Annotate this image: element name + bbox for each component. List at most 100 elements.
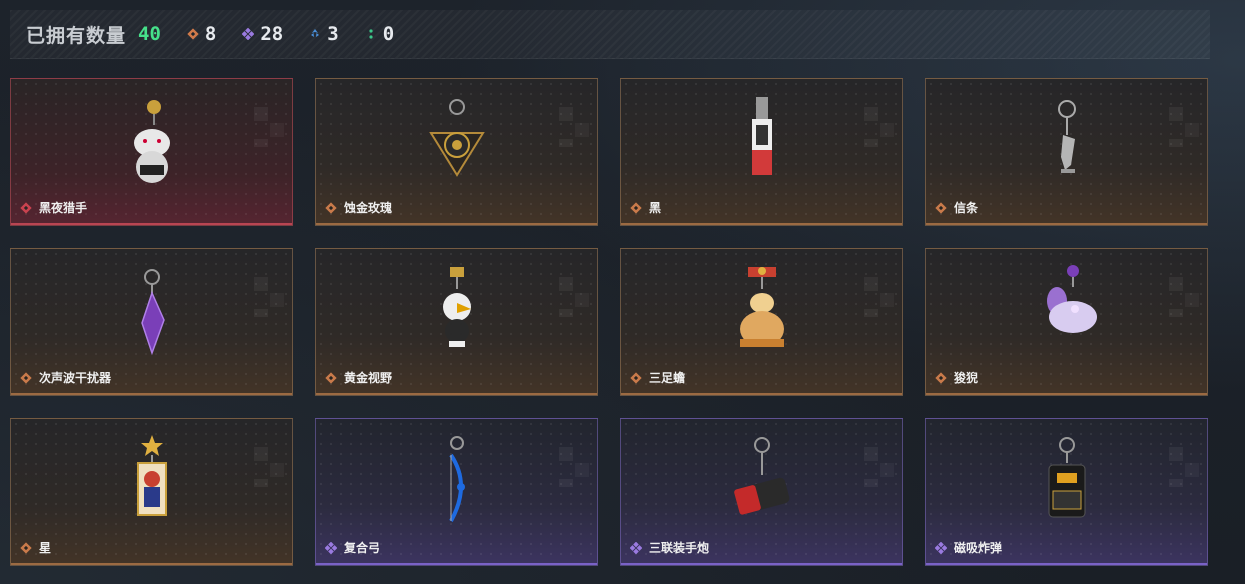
card-decor xyxy=(864,277,894,317)
rarity-bar xyxy=(926,393,1207,395)
item-label-row: 信条 xyxy=(935,199,978,216)
item-label-row: 狻猊 xyxy=(935,369,978,386)
purple-rarity-icon xyxy=(325,541,337,554)
collection-page: 已拥有数量 40 8 28 3 0 黑夜猎手 蚀金玫瑰黑信条 次声波干扰器 黄金… xyxy=(0,0,1245,584)
rarity-bar xyxy=(11,563,292,565)
item-name: 次声波干扰器 xyxy=(39,371,112,385)
rarity-bar xyxy=(926,223,1207,225)
item-pendant-image xyxy=(1027,95,1107,195)
orange-rarity-icon xyxy=(20,541,32,554)
item-card[interactable]: 狻猊 xyxy=(925,248,1208,396)
item-name: 三联装手炮 xyxy=(649,541,710,555)
item-pendant-image xyxy=(1027,435,1107,535)
stat-blue: 3 xyxy=(309,23,339,45)
item-name: 蚀金玫瑰 xyxy=(344,201,393,215)
item-name: 狻猊 xyxy=(954,371,979,385)
purple-rarity-icon xyxy=(630,541,642,554)
rarity-bar xyxy=(621,393,902,395)
item-label-row: 磁吸炸弹 xyxy=(935,539,1002,556)
item-name: 黑夜猎手 xyxy=(39,201,88,215)
item-card[interactable]: 黑 xyxy=(620,78,903,226)
item-label-row: 次声波干扰器 xyxy=(20,369,111,386)
item-grid: 黑夜猎手 蚀金玫瑰 黑 信条次声波干扰器 黄金视野 三足蟾 狻猊星 复合弓 三联装手炮 磁吸炸弹 xyxy=(10,78,1210,568)
orange-rarity-icon xyxy=(935,371,947,384)
card-decor xyxy=(559,277,589,317)
rarity-bar xyxy=(11,223,292,225)
card-decor xyxy=(1169,277,1199,317)
item-pendant-image xyxy=(417,95,497,195)
stat-count: 3 xyxy=(327,23,339,45)
stat-count: 8 xyxy=(204,23,217,45)
item-card[interactable]: 复合弓 xyxy=(315,418,598,566)
green-dots-icon xyxy=(365,28,377,40)
item-label-row: 黑夜猎手 xyxy=(20,199,87,216)
item-name: 星 xyxy=(39,541,52,555)
orange-diamond-icon xyxy=(187,28,199,40)
item-label-row: 星 xyxy=(20,539,51,556)
item-name: 黄金视野 xyxy=(344,371,393,385)
item-label-row: 复合弓 xyxy=(325,539,380,556)
card-decor xyxy=(864,447,894,487)
item-card[interactable]: 黑夜猎手 xyxy=(10,78,293,226)
rarity-bar xyxy=(316,223,597,225)
purple-rarity-icon xyxy=(935,541,947,554)
card-decor xyxy=(254,107,284,147)
item-name: 信条 xyxy=(954,201,979,215)
stat-green: 0 xyxy=(365,23,394,45)
item-pendant-image xyxy=(112,95,192,195)
item-pendant-image xyxy=(722,265,802,365)
owned-label: 已拥有数量 xyxy=(26,24,127,47)
item-label-row: 蚀金玫瑰 xyxy=(325,199,392,216)
owned-summary-bar: 已拥有数量 40 8 28 3 0 xyxy=(10,10,1210,59)
card-decor xyxy=(254,277,284,317)
stat-count: 28 xyxy=(260,23,284,45)
item-card[interactable]: 次声波干扰器 xyxy=(10,248,293,396)
card-decor xyxy=(864,107,894,147)
orange-rarity-icon xyxy=(20,371,32,384)
item-card[interactable]: 黄金视野 xyxy=(315,248,598,396)
rarity-bar xyxy=(11,393,292,395)
item-name: 三足蟾 xyxy=(649,371,686,385)
rarity-bar xyxy=(621,223,902,225)
rarity-bar xyxy=(926,563,1207,565)
card-decor xyxy=(559,447,589,487)
item-card[interactable]: 蚀金玫瑰 xyxy=(315,78,598,226)
stat-count: 0 xyxy=(382,23,395,45)
item-name: 黑 xyxy=(649,201,662,215)
orange-rarity-icon xyxy=(630,371,642,384)
owned-count: 40 xyxy=(138,23,161,45)
orange-rarity-icon xyxy=(630,201,642,214)
item-pendant-image xyxy=(417,265,497,365)
item-pendant-image xyxy=(722,435,802,535)
item-label-row: 黄金视野 xyxy=(325,369,392,386)
item-pendant-image xyxy=(722,95,802,195)
item-pendant-image xyxy=(112,435,192,535)
card-decor xyxy=(559,107,589,147)
item-card[interactable]: 信条 xyxy=(925,78,1208,226)
card-decor xyxy=(1169,107,1199,147)
item-card[interactable]: 磁吸炸弹 xyxy=(925,418,1208,566)
item-card[interactable]: 星 xyxy=(10,418,293,566)
item-label-row: 三联装手炮 xyxy=(630,539,709,556)
item-card[interactable]: 三足蟾 xyxy=(620,248,903,396)
rarity-bar xyxy=(621,563,902,565)
blue-chevron-icon xyxy=(309,28,321,40)
item-pendant-image xyxy=(1027,265,1107,365)
rarity-bar xyxy=(316,563,597,565)
red-rarity-icon xyxy=(20,201,32,214)
orange-rarity-icon xyxy=(325,201,337,214)
item-name: 磁吸炸弹 xyxy=(954,541,1003,555)
item-label-row: 黑 xyxy=(630,199,661,216)
stat-orange: 8 xyxy=(187,23,216,45)
card-decor xyxy=(1169,447,1199,487)
item-label-row: 三足蟾 xyxy=(630,369,685,386)
purple-diamond-icon xyxy=(242,28,255,40)
item-name: 复合弓 xyxy=(344,541,381,555)
orange-rarity-icon xyxy=(325,371,337,384)
item-pendant-image xyxy=(417,435,497,535)
card-decor xyxy=(254,447,284,487)
stat-purple: 28 xyxy=(242,23,283,45)
rarity-bar xyxy=(316,393,597,395)
item-card[interactable]: 三联装手炮 xyxy=(620,418,903,566)
item-pendant-image xyxy=(112,265,192,365)
